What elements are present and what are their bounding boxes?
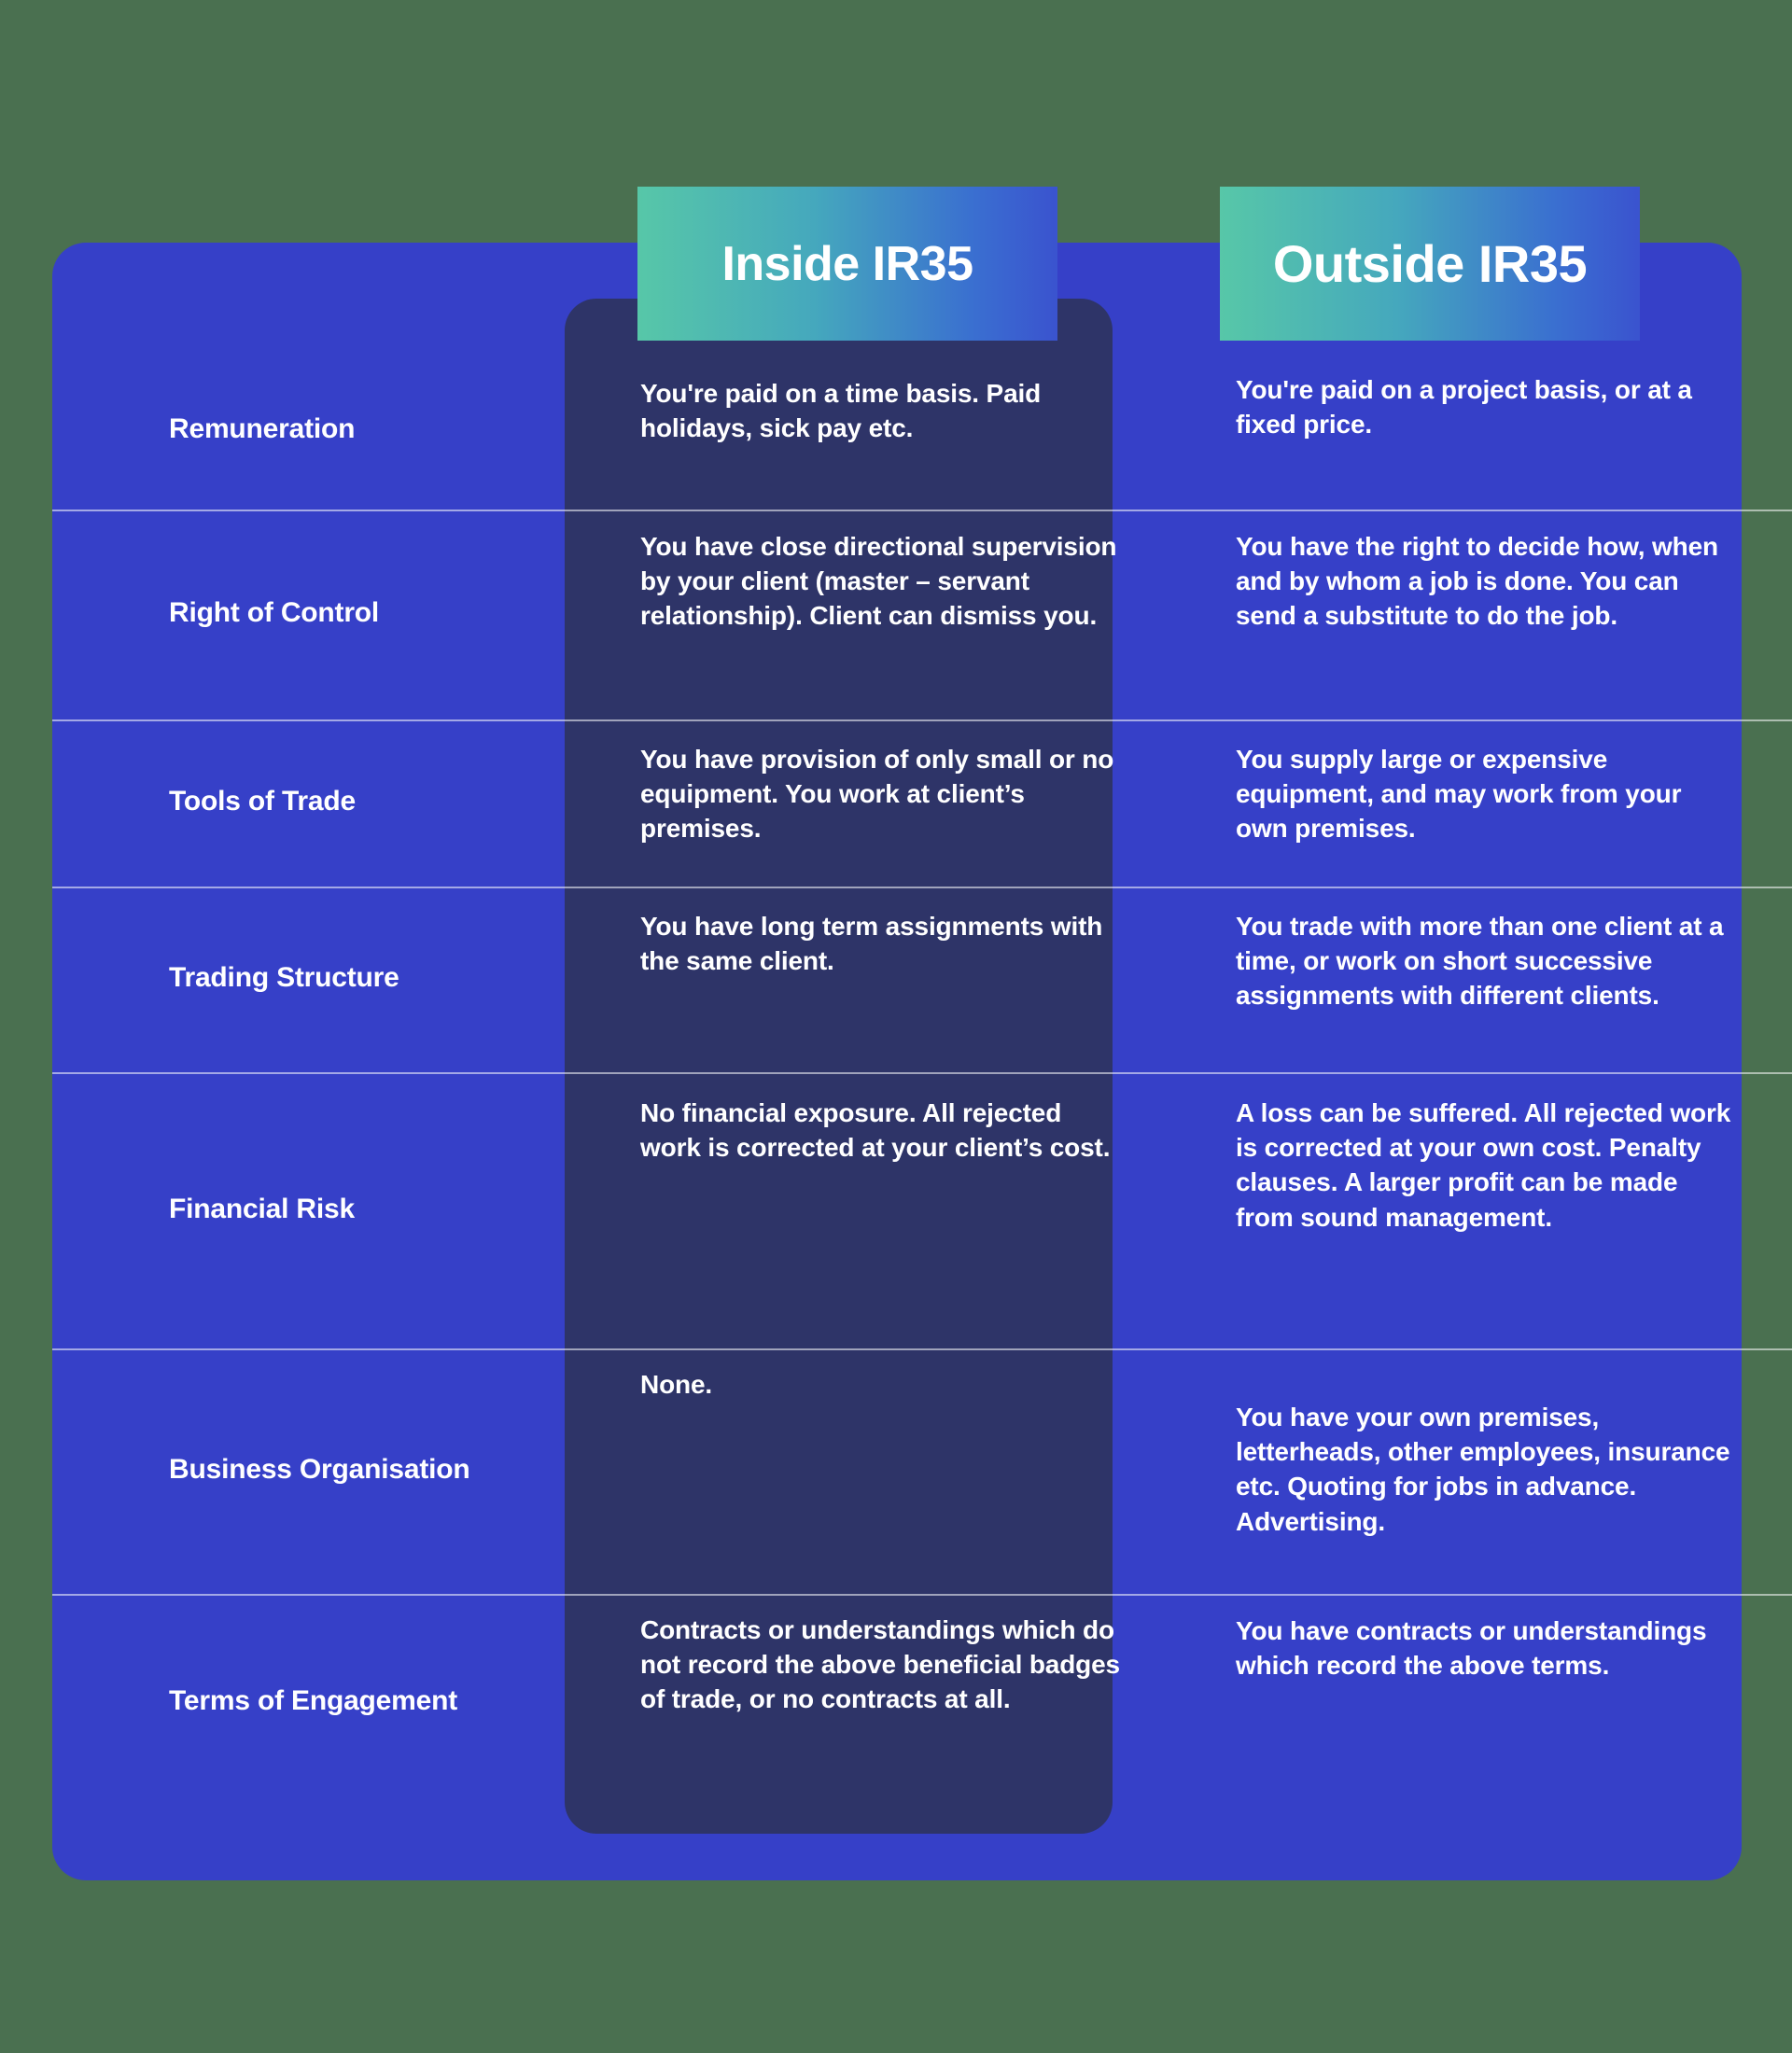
table-row: Trading Structure You have long term assi… bbox=[52, 887, 1792, 1069]
table-row: Financial Risk No financial exposure. All… bbox=[52, 1072, 1792, 1346]
comparison-table-stage: Inside IR35 Outside IR35 Remuneration You… bbox=[0, 0, 1792, 2053]
row-label: Terms of Engagement bbox=[169, 1685, 458, 1717]
outside-ir35-cell-text: You trade with more than one client at a… bbox=[1236, 912, 1724, 1011]
inside-ir35-cell: None. bbox=[565, 1348, 1165, 1591]
inside-ir35-cell-text: You have provision of only small or no e… bbox=[640, 745, 1114, 844]
inside-ir35-cell-text: None. bbox=[640, 1370, 713, 1399]
inside-ir35-header-chip: Inside IR35 bbox=[637, 187, 1057, 341]
outside-ir35-header-chip: Outside IR35 bbox=[1220, 187, 1640, 341]
outside-ir35-cell: You're paid on a project basis, or at a … bbox=[1165, 355, 1792, 504]
outside-ir35-cell: You supply large or expensive equipment,… bbox=[1165, 719, 1792, 884]
inside-ir35-cell-text: You have close directional supervision b… bbox=[640, 532, 1117, 631]
outside-ir35-cell-text: A loss can be suffered. All rejected wor… bbox=[1236, 1098, 1731, 1232]
row-label: Remuneration bbox=[169, 413, 356, 445]
inside-ir35-cell: No financial exposure. All rejected work… bbox=[565, 1072, 1165, 1346]
row-label: Trading Structure bbox=[169, 962, 399, 994]
row-label: Business Organisation bbox=[169, 1454, 470, 1486]
inside-ir35-cell: You have close directional supervision b… bbox=[565, 510, 1165, 717]
outside-ir35-cell-text: You have contracts or understandings whi… bbox=[1236, 1616, 1707, 1681]
table-row: Tools of Trade You have provision of only… bbox=[52, 719, 1792, 884]
outside-ir35-cell-text: You have your own premises, letterheads,… bbox=[1236, 1403, 1730, 1536]
inside-ir35-cell: Contracts or understandings which do not… bbox=[565, 1594, 1165, 1809]
table-row: Terms of Engagement Contracts or understa… bbox=[52, 1594, 1792, 1809]
row-label-cell: Terms of Engagement bbox=[52, 1594, 565, 1809]
row-label: Financial Risk bbox=[169, 1193, 355, 1224]
inside-ir35-cell-text: You're paid on a time basis. Paid holida… bbox=[640, 379, 1042, 443]
table-row: Business Organisation None. You have your … bbox=[52, 1348, 1792, 1591]
inside-ir35-cell: You have provision of only small or no e… bbox=[565, 719, 1165, 884]
inside-ir35-cell-text: You have long term assignments with the … bbox=[640, 912, 1103, 976]
row-label: Right of Control bbox=[169, 597, 380, 629]
row-label-cell: Business Organisation bbox=[52, 1348, 565, 1591]
table-row: Remuneration You're paid on a time basis.… bbox=[52, 355, 1792, 504]
inside-ir35-cell-text: Contracts or understandings which do not… bbox=[640, 1615, 1120, 1714]
outside-ir35-cell: You trade with more than one client at a… bbox=[1165, 887, 1792, 1069]
outside-ir35-cell: You have your own premises, letterheads,… bbox=[1165, 1348, 1792, 1591]
outside-ir35-cell: You have the right to decide how, when a… bbox=[1165, 510, 1792, 717]
row-label-cell: Right of Control bbox=[52, 510, 565, 717]
row-label-cell: Tools of Trade bbox=[52, 719, 565, 884]
row-label-cell: Remuneration bbox=[52, 355, 565, 504]
outside-ir35-cell: A loss can be suffered. All rejected wor… bbox=[1165, 1072, 1792, 1346]
inside-ir35-cell: You're paid on a time basis. Paid holida… bbox=[565, 355, 1165, 504]
inside-ir35-cell-text: No financial exposure. All rejected work… bbox=[640, 1098, 1111, 1163]
outside-ir35-cell: You have contracts or understandings whi… bbox=[1165, 1594, 1792, 1809]
outside-ir35-cell-text: You're paid on a project basis, or at a … bbox=[1236, 375, 1692, 440]
inside-ir35-header-label: Inside IR35 bbox=[721, 236, 973, 291]
inside-ir35-cell: You have long term assignments with the … bbox=[565, 887, 1165, 1069]
outside-ir35-header-label: Outside IR35 bbox=[1272, 233, 1588, 293]
row-label-cell: Financial Risk bbox=[52, 1072, 565, 1346]
outside-ir35-cell-text: You supply large or expensive equipment,… bbox=[1236, 745, 1682, 844]
row-label: Tools of Trade bbox=[169, 786, 356, 817]
row-label-cell: Trading Structure bbox=[52, 887, 565, 1069]
outside-ir35-cell-text: You have the right to decide how, when a… bbox=[1236, 532, 1719, 631]
table-row: Right of Control You have close direction… bbox=[52, 510, 1792, 717]
